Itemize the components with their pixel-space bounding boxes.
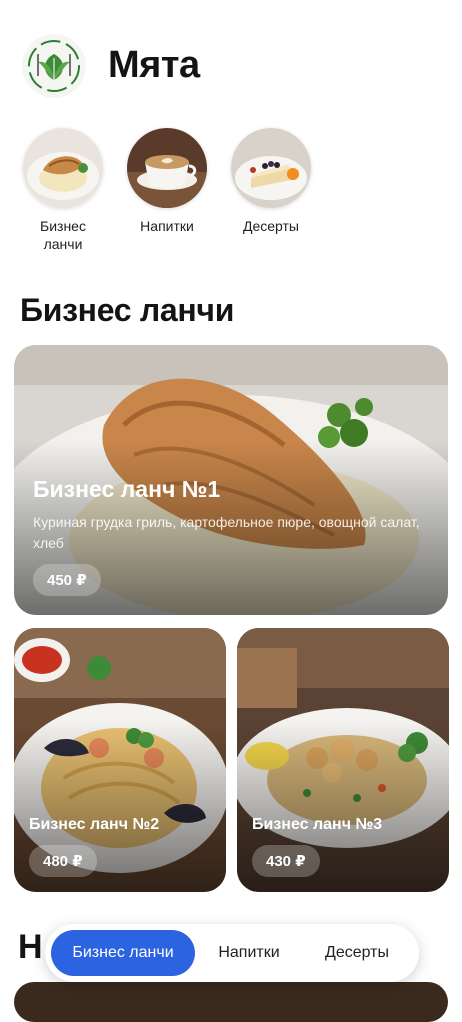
category-drinks[interactable]: Напитки xyxy=(126,128,208,253)
nav-tab-drinks[interactable]: Напитки xyxy=(195,930,303,976)
category-label: Напитки xyxy=(140,218,194,234)
price-badge: 450 ₽ xyxy=(33,564,101,596)
card-title: Бизнес ланч №2 xyxy=(29,816,160,833)
app-title: Мята xyxy=(108,44,200,86)
card-description: Куриная грудка гриль, картофельное пюре,… xyxy=(33,514,420,551)
price-badge: 480 ₽ xyxy=(29,845,97,877)
menu-card[interactable]: Бизнес ланч №3 430 ₽ xyxy=(237,628,449,892)
category-business-lunch[interactable]: Бизнес ланчи xyxy=(22,128,104,253)
category-desserts-image xyxy=(231,128,311,208)
category-list: Бизнес ланчи Напитки Десерты xyxy=(22,128,312,253)
next-section-title: Н xyxy=(18,928,43,966)
card-title: Бизнес ланч №3 xyxy=(252,816,383,833)
price-badge: 430 ₽ xyxy=(252,845,320,877)
category-drinks-image xyxy=(127,128,207,208)
menu-card[interactable]: Бизнес ланч №2 480 ₽ xyxy=(14,628,226,892)
menu-card[interactable] xyxy=(14,982,448,1022)
category-business-lunch-image xyxy=(23,128,103,208)
nav-tab-desserts[interactable]: Десерты xyxy=(303,930,411,976)
app-header: Мята xyxy=(22,34,200,98)
section-title: Бизнес ланчи xyxy=(20,292,235,328)
card-title: Бизнес ланч №1 xyxy=(33,476,221,502)
bottom-nav: Бизнес ланчи Напитки Десерты xyxy=(45,924,419,982)
nav-tab-business-lunch[interactable]: Бизнес ланчи xyxy=(51,930,195,976)
category-label: Бизнес ланчи xyxy=(40,218,86,252)
menu-card[interactable]: Бизнес ланч №1 Куриная грудка гриль, кар… xyxy=(14,345,448,615)
category-desserts[interactable]: Десерты xyxy=(230,128,312,253)
mint-logo-icon xyxy=(22,34,86,98)
category-label: Десерты xyxy=(242,218,299,234)
